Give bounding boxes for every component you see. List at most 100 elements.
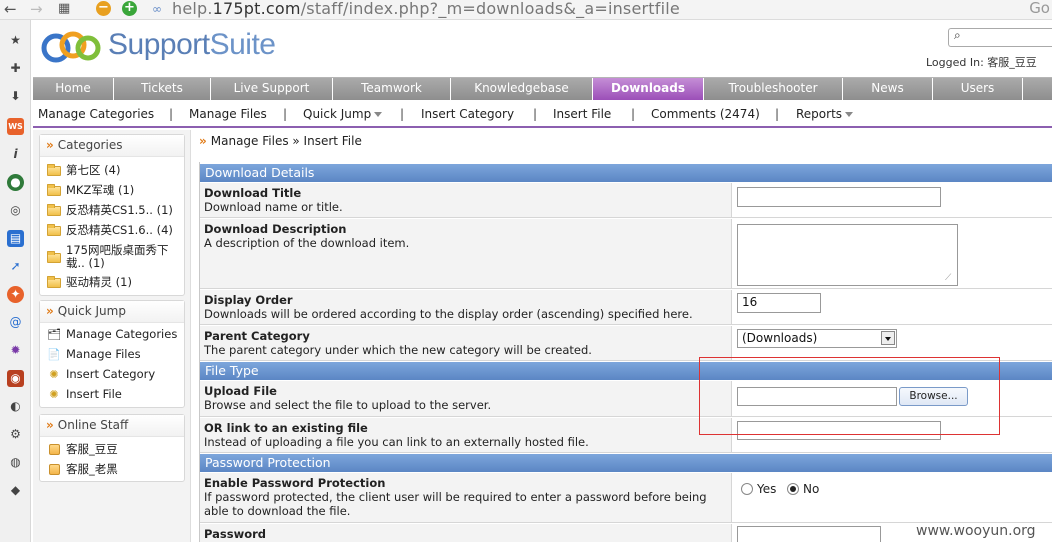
download-description-textarea[interactable] <box>737 224 958 286</box>
supportsuite-logo: SupportSuite <box>108 28 276 61</box>
app-icon[interactable]: ◉ <box>7 370 24 387</box>
subnav-insert-category[interactable]: Insert Category <box>421 102 514 126</box>
subnav-separator: | <box>775 107 780 121</box>
tab-live-support[interactable]: Live Support <box>211 78 333 100</box>
field-label: Download Description <box>204 222 347 236</box>
subnav-comments[interactable]: Comments (2474) <box>651 102 760 126</box>
files-icon: 📄 <box>47 348 61 361</box>
tab-knowledgebase[interactable]: Knowledgebase <box>451 78 593 100</box>
online-staff-panel: » Online Staff 客服_豆豆 客服_老黑 <box>39 414 185 482</box>
tab-troubleshooter[interactable]: Troubleshooter <box>704 78 843 100</box>
categories-panel-title: » Categories <box>40 135 184 157</box>
password-no-radio[interactable] <box>787 483 799 495</box>
category-item[interactable]: MKZ军魂 (1) <box>40 184 184 204</box>
browser-side-rail: ★ ✚ ⬇ WS i ● ◎ ▤ ➚ ✦ @ ✹ ◉ ◐ ⚙ ◍ ◆ <box>0 20 31 542</box>
tab-overflow <box>1023 78 1052 100</box>
staff-item[interactable]: 客服_豆豆 <box>40 443 184 463</box>
palette-icon[interactable]: ◐ <box>7 398 24 415</box>
database-icon[interactable]: ▤ <box>7 230 24 247</box>
gamepad-icon[interactable]: ◎ <box>7 202 24 219</box>
search-input[interactable]: ⌕ <box>948 28 1052 47</box>
category-item[interactable]: 反恐精英CS1.6.. (4) <box>40 224 184 244</box>
grid-menu-icon[interactable]: ▦ <box>58 1 70 17</box>
password-yes-radio[interactable] <box>741 483 753 495</box>
sphere-icon[interactable]: ◍ <box>7 454 24 471</box>
row-download-description: Download Description A description of th… <box>200 219 1052 289</box>
subnav-separator: | <box>631 107 636 121</box>
display-order-input[interactable]: 16 <box>737 293 821 313</box>
tab-tickets[interactable]: Tickets <box>114 78 211 100</box>
back-arrow-icon[interactable]: ← <box>4 1 17 17</box>
subnav-separator: | <box>169 107 174 121</box>
chevron-down-icon[interactable] <box>881 331 895 345</box>
sub-navigation: Manage Categories | Manage Files | Quick… <box>33 102 1052 128</box>
double-arrow-icon: » <box>199 134 207 148</box>
address-bar[interactable]: help.175pt.com/staff/index.php?_m=downlo… <box>172 0 680 18</box>
fire-icon[interactable]: ✦ <box>7 286 24 303</box>
quick-jump-panel-title: » Quick Jump <box>40 301 184 323</box>
field-description: Download name or title. <box>204 200 343 214</box>
subnav-manage-categories[interactable]: Manage Categories <box>38 102 154 126</box>
category-item[interactable]: 175网吧版桌面秀下载.. (1) <box>40 244 184 276</box>
field-label: Password <box>204 527 266 541</box>
ws-icon[interactable]: WS <box>7 118 24 135</box>
quick-jump-item[interactable]: ✺ Insert File <box>40 388 184 408</box>
plus-circle-icon[interactable]: + <box>122 1 137 16</box>
section-password-protection: Password Protection <box>200 454 1052 472</box>
puzzle-icon[interactable]: ✚ <box>7 60 24 77</box>
download-title-input[interactable] <box>737 187 941 207</box>
category-item[interactable]: 第七区 (4) <box>40 164 184 184</box>
star-icon[interactable]: ★ <box>7 32 24 49</box>
subnav-manage-files[interactable]: Manage Files <box>189 102 267 126</box>
subnav-reports[interactable]: Reports <box>796 102 854 126</box>
field-description: Instead of uploading a file you can link… <box>204 435 589 449</box>
tab-home[interactable]: Home <box>33 78 114 100</box>
tag-icon[interactable]: ◆ <box>7 482 24 499</box>
staff-item[interactable]: 客服_老黑 <box>40 463 184 483</box>
password-yes-label[interactable]: Yes <box>757 482 776 496</box>
password-input[interactable] <box>737 526 881 542</box>
site-favicon-icon: ∞ <box>152 2 162 16</box>
insert-file-form: Download Details Download Title Download… <box>199 162 1052 542</box>
parent-category-select[interactable]: (Downloads) <box>737 329 897 348</box>
category-item[interactable]: 驱动精灵 (1) <box>40 276 184 296</box>
field-label: OR link to an existing file <box>204 421 368 435</box>
resize-grip-icon[interactable]: ⟋ <box>945 273 951 283</box>
quick-jump-item[interactable]: 🗂 Manage Categories <box>40 328 184 348</box>
gear-purple-icon[interactable]: ✹ <box>7 342 24 359</box>
subnav-separator: | <box>283 107 288 121</box>
folder-icon <box>47 276 61 288</box>
cursor-icon[interactable]: ➚ <box>7 258 24 275</box>
swirl-icon[interactable]: @ <box>7 314 24 331</box>
tab-downloads[interactable]: Downloads <box>593 78 704 100</box>
minus-circle-icon[interactable]: − <box>96 1 111 16</box>
breadcrumb: » Manage Files » Insert File <box>199 134 362 148</box>
tab-teamwork[interactable]: Teamwork <box>333 78 451 100</box>
breadcrumb-text[interactable]: Manage Files » Insert File <box>211 134 362 148</box>
quick-jump-item[interactable]: ✺ Insert Category <box>40 368 184 388</box>
globe-icon[interactable]: ● <box>7 174 24 191</box>
field-description: Downloads will be ordered according to t… <box>204 307 693 321</box>
subnav-insert-file[interactable]: Insert File <box>553 102 611 126</box>
subnav-quick-jump[interactable]: Quick Jump <box>303 102 383 126</box>
password-no-label[interactable]: No <box>803 482 819 496</box>
folder-icon <box>47 164 61 176</box>
settings-icon[interactable]: ⚙ <box>7 426 24 443</box>
browser-toolbar: ← → ▦ − + ∞ help.175pt.com/staff/index.p… <box>0 0 1052 20</box>
folder-icon <box>47 224 61 236</box>
user-icon <box>49 444 60 455</box>
go-button[interactable]: Go <box>1029 0 1050 17</box>
field-label: Download Title <box>204 186 302 200</box>
tab-users[interactable]: Users <box>933 78 1023 100</box>
chevron-down-icon <box>374 112 383 117</box>
tab-news[interactable]: News <box>843 78 933 100</box>
double-arrow-icon: » <box>46 304 54 318</box>
forward-arrow-icon[interactable]: → <box>30 1 43 17</box>
quick-jump-item[interactable]: 📄 Manage Files <box>40 348 184 368</box>
info-icon[interactable]: i <box>7 146 24 163</box>
download-icon[interactable]: ⬇ <box>7 88 24 105</box>
online-staff-panel-title: » Online Staff <box>40 415 184 437</box>
category-item[interactable]: 反恐精英CS1.5.. (1) <box>40 204 184 224</box>
field-description: A description of the download item. <box>204 236 410 250</box>
folder-icon <box>47 184 61 196</box>
